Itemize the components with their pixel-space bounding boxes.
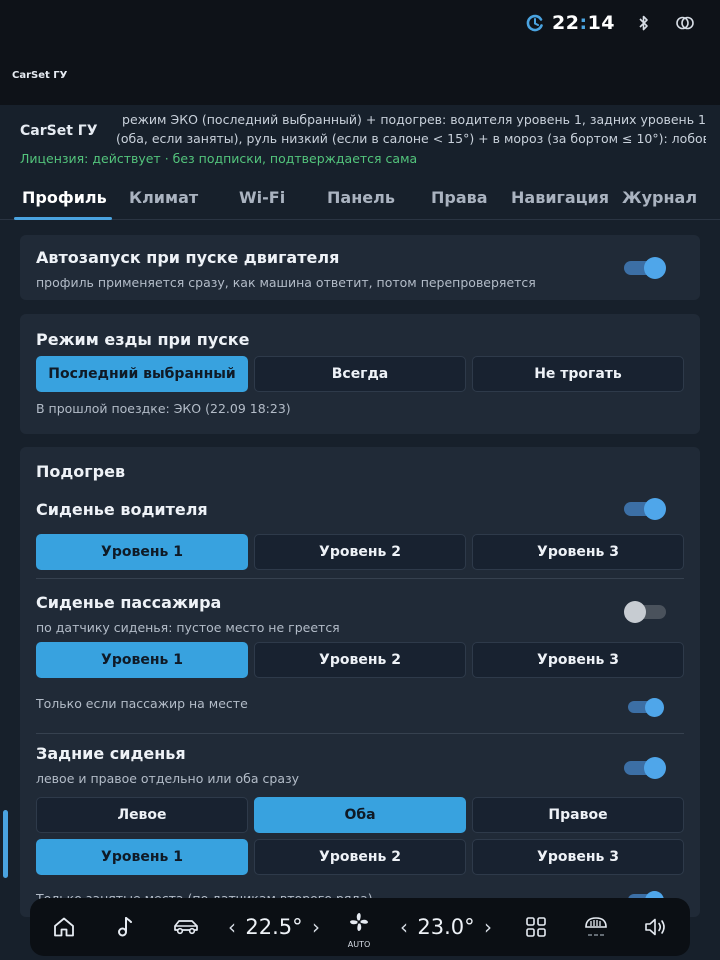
- driver-seat-title: Сиденье водителя: [36, 500, 208, 519]
- drive-mode-title: Режим езды при пуске: [36, 330, 250, 349]
- toggle-knob: [624, 601, 646, 623]
- rear-level-2-button[interactable]: Уровень 2: [254, 839, 466, 875]
- volume-icon: [645, 918, 665, 936]
- drive-mode-card: Режим езды при пуске Последний выбранный…: [20, 314, 700, 434]
- right-temp-down-button[interactable]: ‹: [394, 898, 414, 956]
- tab-navigation[interactable]: Навигация: [511, 188, 609, 207]
- app-title: CarSet ГУ: [20, 123, 98, 139]
- autostart-subtitle: профиль применяется сразу, как машина от…: [36, 275, 536, 290]
- left-temp-up-button[interactable]: ›: [306, 898, 326, 956]
- autostart-title: Автозапуск при пуске двигателя: [36, 248, 340, 267]
- app-window: CarSet ГУ режим ЭКО (последний выбранный…: [0, 105, 720, 960]
- driver-seat-level-3-button[interactable]: Уровень 3: [472, 534, 684, 570]
- rear-seats-title: Задние сиденья: [36, 744, 186, 763]
- rear-left-button[interactable]: Левое: [36, 797, 248, 833]
- passenger-seat-toggle[interactable]: [624, 601, 666, 623]
- tab-climate[interactable]: Климат: [129, 188, 198, 207]
- fan-auto-label: AUTO: [347, 940, 371, 949]
- status-bar: 22:14 CarSet ГУ: [0, 0, 720, 105]
- tab-bar: Профиль Климат Wi-Fi Панель Права Навига…: [0, 180, 720, 220]
- driver-seat-level-1-button[interactable]: Уровень 1: [36, 534, 248, 570]
- heating-title: Подогрев: [36, 462, 126, 481]
- toggle-knob: [645, 697, 664, 717]
- tab-panel[interactable]: Панель: [327, 188, 395, 207]
- passenger-seat-title: Сиденье пассажира: [36, 593, 222, 612]
- passenger-seat-level-2-button[interactable]: Уровень 2: [254, 642, 466, 678]
- rear-seats-toggle[interactable]: [624, 757, 666, 779]
- rear-defrost-button[interactable]: [576, 898, 616, 956]
- vehicle-button[interactable]: [164, 898, 208, 956]
- divider: [36, 733, 684, 734]
- bluetooth-icon: [639, 15, 648, 31]
- driver-seat-level-2-button[interactable]: Уровень 2: [254, 534, 466, 570]
- drive-mode-last-selected-button[interactable]: Последний выбранный: [36, 356, 248, 392]
- rear-seats-subtitle: левое и правое отдельно или оба сразу: [36, 771, 300, 786]
- autostart-toggle[interactable]: [624, 257, 666, 279]
- left-temp-down-button[interactable]: ‹: [222, 898, 242, 956]
- fan-auto-button[interactable]: AUTO: [338, 898, 380, 956]
- tab-rights[interactable]: Права: [431, 188, 488, 207]
- home-icon: [54, 917, 74, 937]
- toggle-knob: [644, 757, 666, 779]
- profile-summary-line-2: (оба, если заняты), руль низкий (если в …: [116, 131, 706, 146]
- link-icon: [676, 16, 694, 30]
- profile-summary-line-1: режим ЭКО (последний выбранный) + подогр…: [122, 112, 706, 127]
- drive-mode-dont-touch-button[interactable]: Не трогать: [472, 356, 684, 392]
- heating-card: Подогрев Сиденье водителя Уровень 1 Уров…: [20, 447, 700, 917]
- divider: [36, 578, 684, 579]
- driver-seat-toggle[interactable]: [624, 498, 666, 520]
- rear-level-3-button[interactable]: Уровень 3: [472, 839, 684, 875]
- apps-grid-icon: [526, 917, 546, 937]
- music-button[interactable]: [104, 898, 144, 956]
- toggle-knob: [644, 257, 666, 279]
- app-name-small: CarSet ГУ: [12, 70, 68, 81]
- rear-defrost-icon: [585, 917, 607, 936]
- passenger-seat-subtitle: по датчику сиденья: пустое место не грее…: [36, 620, 340, 635]
- car-icon: [174, 920, 198, 935]
- passenger-present-toggle[interactable]: [628, 697, 664, 717]
- rear-right-button[interactable]: Правое: [472, 797, 684, 833]
- status-clock: 22:14: [552, 12, 616, 34]
- scroll-indicator[interactable]: [3, 810, 8, 878]
- volume-button[interactable]: [634, 898, 678, 956]
- rear-both-button[interactable]: Оба: [254, 797, 466, 833]
- passenger-seat-level-3-button[interactable]: Уровень 3: [472, 642, 684, 678]
- rear-level-1-button[interactable]: Уровень 1: [36, 839, 248, 875]
- passenger-present-label: Только если пассажир на месте: [36, 696, 248, 711]
- right-temp-up-button[interactable]: ›: [478, 898, 498, 956]
- left-temperature: 22.5°: [245, 915, 303, 939]
- tab-profile[interactable]: Профиль: [22, 188, 107, 207]
- status-icons: 22:14: [526, 12, 695, 34]
- home-button[interactable]: [44, 898, 84, 956]
- right-temperature: 23.0°: [417, 915, 475, 939]
- passenger-seat-level-1-button[interactable]: Уровень 1: [36, 642, 248, 678]
- apps-button[interactable]: [516, 898, 556, 956]
- license-status: Лицензия: действует · без подписки, подт…: [20, 151, 418, 166]
- last-trip-mode: В прошлой поездке: ЭКО (22.09 18:23): [36, 401, 291, 416]
- toggle-knob: [644, 498, 666, 520]
- tab-journal[interactable]: Журнал: [622, 188, 697, 207]
- sync-clock-icon: [526, 14, 543, 32]
- drive-mode-always-button[interactable]: Всегда: [254, 356, 466, 392]
- music-note-icon: [118, 917, 132, 937]
- tab-wifi[interactable]: Wi-Fi: [239, 188, 285, 207]
- autostart-card: Автозапуск при пуске двигателя профиль п…: [20, 235, 700, 300]
- fan-icon: [350, 913, 368, 931]
- bottom-dock: ‹ 22.5° › AUTO ‹ 23.0° ›: [30, 898, 690, 956]
- active-tab-indicator: [14, 217, 112, 220]
